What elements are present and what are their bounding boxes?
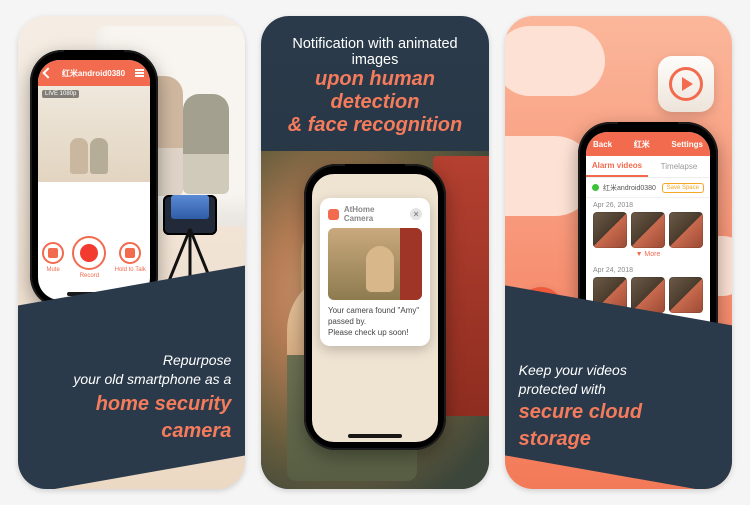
phone-screen: AtHome Camera × Your camera found "Amy" …	[312, 174, 438, 442]
live-video-feed[interactable]: LIVE 1080p	[38, 86, 150, 182]
app-name: AtHome Camera	[344, 205, 405, 223]
notif-door	[400, 228, 422, 300]
camera-title: 红米android0380	[62, 68, 125, 79]
feed-person-b	[90, 138, 108, 174]
device-name: 红米android0380	[603, 183, 656, 193]
menu-icon[interactable]	[135, 69, 144, 77]
settings-button[interactable]: Settings	[671, 140, 703, 149]
phone-mockup: AtHome Camera × Your camera found "Amy" …	[304, 164, 446, 450]
panel3-caption: Keep your videos protected with secure c…	[519, 361, 718, 453]
tab-bar: Alarm videos Timelapse	[586, 156, 710, 178]
caption-line2: protected with	[519, 381, 606, 397]
panel1-caption: Repurpose your old smartphone as a home …	[32, 351, 231, 445]
save-space-button[interactable]: Save Space	[662, 183, 704, 193]
title-accent2: & face recognition	[275, 114, 474, 137]
control-bar: Mute Record Hold to Talk	[38, 228, 150, 286]
video-thumbnail[interactable]	[593, 212, 627, 248]
online-indicator-icon	[592, 184, 599, 191]
back-button[interactable]: Back	[593, 140, 612, 149]
app-icon	[328, 209, 339, 220]
title-line1: Notification with animated images	[275, 36, 474, 68]
mute-button[interactable]: Mute	[42, 242, 64, 273]
home-indicator	[348, 434, 402, 438]
record-button[interactable]: Record	[72, 236, 106, 279]
mic-icon	[125, 248, 135, 258]
back-icon[interactable]	[42, 67, 53, 78]
live-badge: LIVE 1080p	[42, 90, 79, 98]
promo-panel-3: Back 红米 Settings Alarm videos Timelapse …	[505, 16, 732, 489]
device-row[interactable]: 红米android0380 Save Space	[586, 178, 710, 198]
app-header: 红米android0380	[38, 60, 150, 86]
caption-accent: home security camera	[32, 391, 231, 445]
close-icon[interactable]: ×	[410, 208, 422, 220]
play-badge-icon	[658, 56, 714, 112]
video-group: Apr 26, 2018 ▼ More	[586, 198, 710, 263]
group-date: Apr 26, 2018	[593, 202, 703, 209]
phone-mockup: 红米android0380 LIVE 1080p Mute Record	[30, 50, 158, 308]
app-header: Back 红米 Settings	[586, 132, 710, 156]
thumb-row	[593, 212, 703, 248]
group-date: Apr 24, 2018	[593, 267, 703, 274]
notification-header: AtHome Camera ×	[328, 205, 422, 223]
tab-alarm-videos[interactable]: Alarm videos	[586, 156, 648, 177]
notification-body: Your camera found "Amy" passed by. Pleas…	[328, 306, 422, 338]
play-ring	[669, 67, 703, 101]
phone-screen: 红米android0380 LIVE 1080p Mute Record	[38, 60, 150, 300]
person-child	[183, 94, 229, 194]
caption-line2: your old smartphone as a	[73, 371, 231, 387]
notif-line1: Your camera found "Amy" passed by.	[328, 306, 422, 328]
record-label: Record	[80, 273, 99, 279]
caption-accent: secure cloud storage	[519, 399, 718, 453]
play-icon	[682, 77, 693, 91]
record-icon	[80, 244, 98, 262]
video-thumbnail[interactable]	[669, 277, 703, 313]
feed-person-a	[70, 138, 88, 174]
notif-line2: Please check up soon!	[328, 328, 422, 339]
talk-label: Hold to Talk	[115, 267, 146, 273]
caption-line1: Keep your videos	[519, 362, 627, 378]
panel2-title: Notification with animated images upon h…	[275, 36, 474, 137]
promo-panel-1: 红米android0380 LIVE 1080p Mute Record	[18, 16, 245, 489]
tab-timelapse[interactable]: Timelapse	[648, 156, 710, 177]
push-notification[interactable]: AtHome Camera × Your camera found "Amy" …	[320, 198, 430, 346]
notification-image	[328, 228, 422, 300]
more-button[interactable]: ▼ More	[593, 248, 703, 261]
notif-person	[366, 246, 394, 292]
title-accent1: upon human detection	[275, 68, 474, 114]
promo-panel-2: Notification with animated images upon h…	[261, 16, 488, 489]
caption-line1: Repurpose	[163, 352, 232, 368]
header-title: 红米	[634, 139, 650, 150]
cloud-shape	[505, 26, 605, 96]
video-thumbnail[interactable]	[631, 212, 665, 248]
video-thumbnail[interactable]	[669, 212, 703, 248]
mute-icon	[48, 248, 58, 258]
mute-label: Mute	[46, 267, 59, 273]
talk-button[interactable]: Hold to Talk	[115, 242, 146, 273]
